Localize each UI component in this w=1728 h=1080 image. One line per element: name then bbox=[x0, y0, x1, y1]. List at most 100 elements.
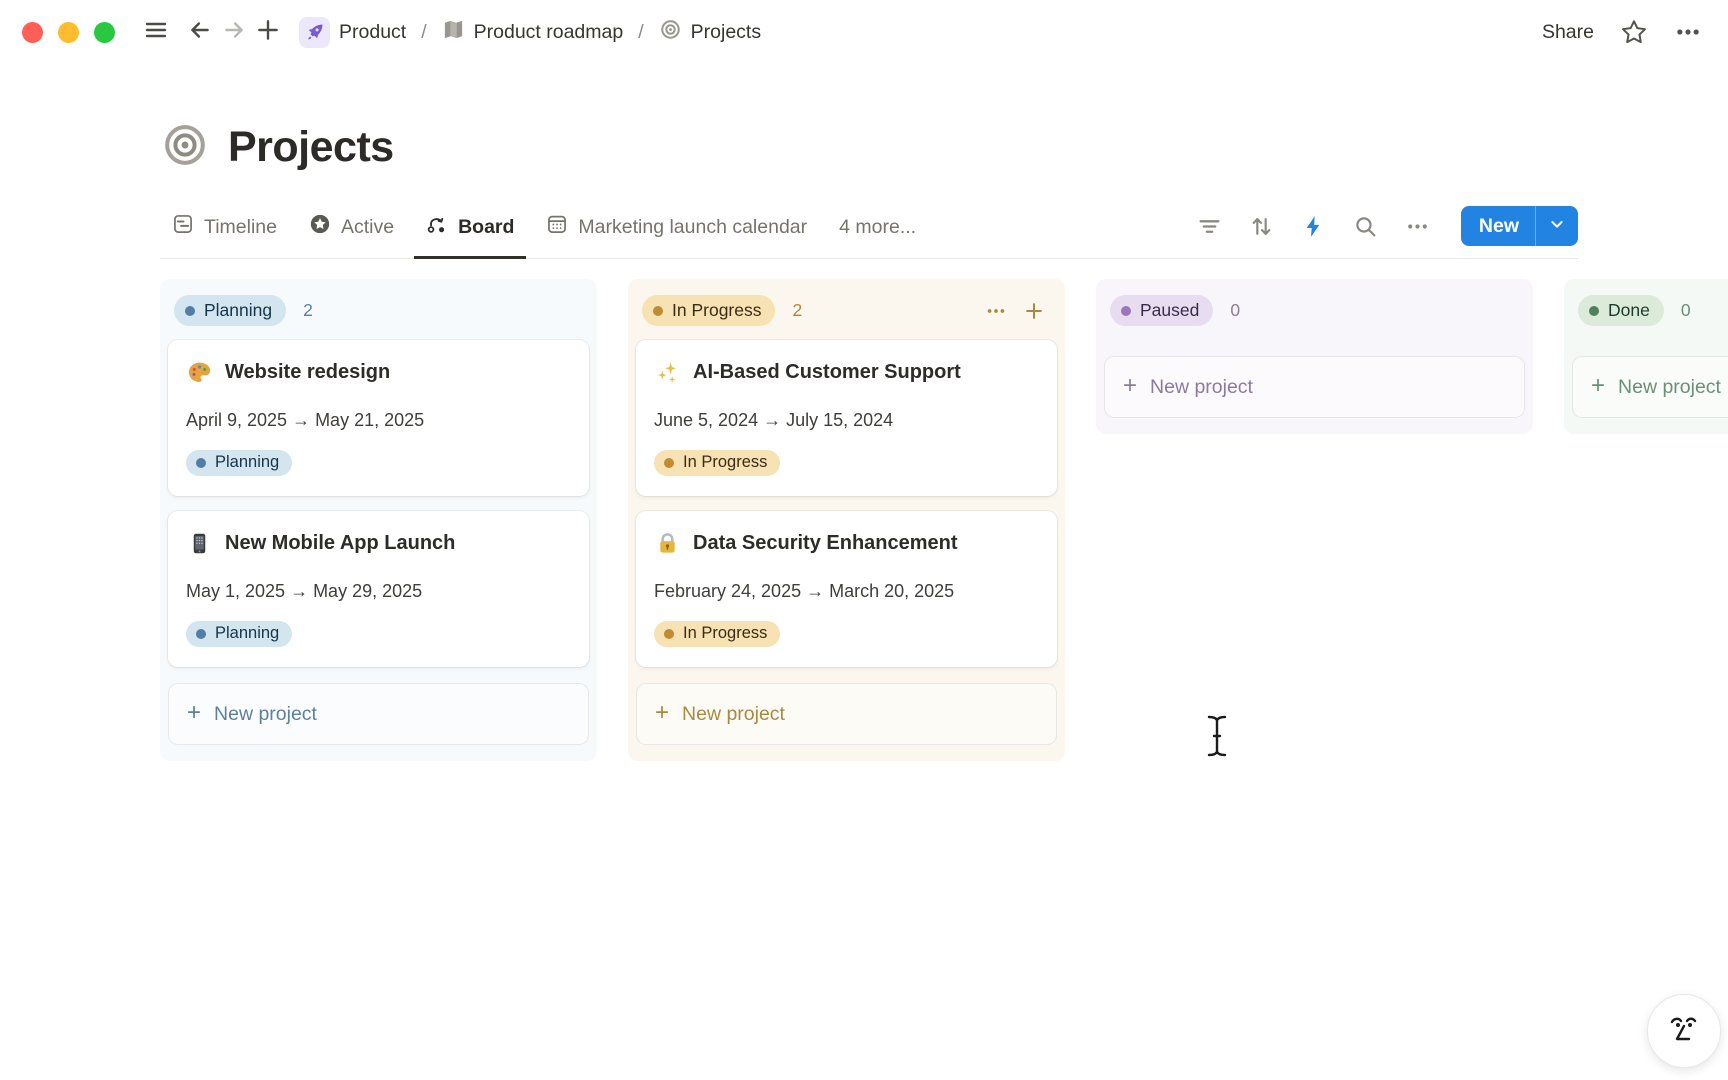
sort-icon[interactable] bbox=[1249, 214, 1274, 239]
tab-active[interactable]: Active bbox=[297, 203, 406, 259]
sidebar-toggle-button[interactable] bbox=[139, 15, 173, 49]
project-card-website-redesign[interactable]: Website redesign April 9, 2025 → May 21,… bbox=[168, 340, 589, 496]
zoom-window-button[interactable] bbox=[94, 22, 115, 43]
column-add-card-icon[interactable] bbox=[1019, 296, 1049, 326]
card-title: Data Security Enhancement bbox=[693, 532, 958, 555]
plus-icon: + bbox=[655, 701, 669, 725]
new-project-button[interactable]: + New project bbox=[1104, 356, 1525, 418]
forward-button[interactable] bbox=[217, 15, 251, 49]
status-dot bbox=[664, 458, 674, 468]
tab-marketing-launch-calendar[interactable]: Marketing launch calendar bbox=[534, 203, 819, 259]
card-status-pill: In Progress bbox=[654, 621, 780, 647]
filter-icon[interactable] bbox=[1197, 214, 1222, 239]
kanban-board: Planning 2 Website redesign April 9, 202… bbox=[160, 279, 1728, 761]
new-project-button[interactable]: + New project bbox=[1572, 356, 1728, 418]
tab-more-views[interactable]: 4 more... bbox=[827, 206, 928, 257]
palette-icon bbox=[186, 359, 212, 385]
status-dot bbox=[1121, 306, 1131, 316]
plus-icon: + bbox=[1123, 374, 1137, 398]
board-column-in-progress: In Progress 2 AI-Based Customer Support … bbox=[628, 279, 1065, 761]
plus-icon: + bbox=[1591, 374, 1605, 398]
breadcrumb-label: Projects bbox=[691, 21, 761, 44]
column-name: Planning bbox=[204, 300, 272, 321]
project-card-data-security-enhancement[interactable]: Data Security Enhancement February 24, 2… bbox=[636, 511, 1057, 667]
column-count: 2 bbox=[303, 300, 313, 321]
card-status-pill: Planning bbox=[186, 621, 292, 647]
column-status-pill[interactable]: Paused bbox=[1110, 295, 1213, 326]
ai-face-icon bbox=[1664, 1009, 1704, 1054]
window-topbar: Product / Product roadmap / Projects Sha… bbox=[0, 0, 1728, 64]
map-icon bbox=[442, 18, 465, 47]
notion-ai-button[interactable] bbox=[1647, 994, 1721, 1068]
status-dot bbox=[196, 629, 206, 639]
new-button[interactable]: New bbox=[1461, 206, 1578, 246]
view-more-options-icon[interactable] bbox=[1405, 214, 1430, 239]
tab-label: Timeline bbox=[204, 216, 277, 239]
project-card-ai-based-customer-support[interactable]: AI-Based Customer Support June 5, 2024 →… bbox=[636, 340, 1057, 496]
tab-label: Board bbox=[458, 216, 514, 239]
column-more-options-icon[interactable] bbox=[981, 296, 1011, 326]
tab-board[interactable]: Board bbox=[414, 203, 526, 259]
favorite-star-icon[interactable] bbox=[1620, 18, 1648, 46]
target-icon bbox=[659, 18, 682, 47]
view-tabs: Timeline Active Board Marketing launch c… bbox=[160, 203, 928, 258]
new-button-dropdown[interactable] bbox=[1536, 206, 1578, 246]
flow-arrow-icon bbox=[426, 213, 448, 241]
new-button-label[interactable]: New bbox=[1461, 206, 1535, 246]
new-project-label: New project bbox=[214, 703, 317, 726]
column-header: Planning 2 bbox=[166, 295, 591, 340]
status-dot bbox=[185, 306, 195, 316]
lock-icon bbox=[654, 530, 680, 556]
tab-label: 4 more... bbox=[839, 216, 916, 239]
arrow-left-icon bbox=[187, 17, 213, 48]
window-controls[interactable] bbox=[22, 22, 115, 43]
automations-lightning-icon[interactable] bbox=[1301, 214, 1326, 239]
breadcrumb-item-product-roadmap[interactable]: Product roadmap bbox=[438, 15, 628, 50]
status-dot bbox=[196, 458, 206, 468]
breadcrumb-item-product[interactable]: Product bbox=[295, 14, 410, 51]
hamburger-icon bbox=[144, 18, 168, 47]
column-header: In Progress 2 bbox=[634, 295, 1059, 340]
column-count: 0 bbox=[1230, 300, 1240, 321]
rocket-icon bbox=[299, 17, 330, 48]
column-status-pill[interactable]: Planning bbox=[174, 295, 286, 326]
back-button[interactable] bbox=[183, 15, 217, 49]
page-title[interactable]: Projects bbox=[228, 123, 394, 172]
chevron-down-icon bbox=[1549, 216, 1565, 237]
breadcrumb-item-projects[interactable]: Projects bbox=[655, 15, 765, 50]
minimize-window-button[interactable] bbox=[58, 22, 79, 43]
column-name: Done bbox=[1608, 300, 1650, 321]
tab-timeline[interactable]: Timeline bbox=[160, 203, 289, 259]
card-date-range: June 5, 2024 → July 15, 2024 bbox=[654, 410, 1039, 431]
new-project-button[interactable]: + New project bbox=[636, 683, 1057, 745]
column-status-pill[interactable]: Done bbox=[1578, 295, 1664, 326]
card-title: New Mobile App Launch bbox=[225, 532, 455, 555]
plus-icon bbox=[255, 17, 281, 48]
more-options-icon[interactable] bbox=[1674, 18, 1702, 46]
column-status-pill[interactable]: In Progress bbox=[642, 295, 775, 326]
new-project-button[interactable]: + New project bbox=[168, 683, 589, 745]
new-project-label: New project bbox=[1150, 376, 1253, 399]
card-status-label: Planning bbox=[215, 453, 279, 472]
card-date-range: April 9, 2025 → May 21, 2025 bbox=[186, 410, 571, 431]
column-name: Paused bbox=[1140, 300, 1199, 321]
share-button[interactable]: Share bbox=[1542, 21, 1594, 44]
timeline-view-icon bbox=[172, 213, 194, 241]
arrow-right-icon bbox=[221, 17, 247, 48]
card-status-pill: In Progress bbox=[654, 450, 780, 476]
search-icon[interactable] bbox=[1353, 214, 1378, 239]
tab-label: Marketing launch calendar bbox=[578, 216, 807, 239]
status-dot bbox=[653, 306, 663, 316]
close-window-button[interactable] bbox=[22, 22, 43, 43]
calendar-icon bbox=[546, 213, 568, 241]
project-card-new-mobile-app-launch[interactable]: New Mobile App Launch May 1, 2025 → May … bbox=[168, 511, 589, 667]
new-page-button[interactable] bbox=[251, 15, 285, 49]
column-count: 0 bbox=[1681, 300, 1691, 321]
breadcrumb-separator: / bbox=[419, 21, 428, 44]
page-target-icon[interactable] bbox=[162, 122, 208, 173]
card-date-range: February 24, 2025 → March 20, 2025 bbox=[654, 581, 1039, 602]
view-toolbar: New bbox=[1197, 206, 1578, 258]
column-header: Done 0 bbox=[1570, 295, 1728, 340]
card-status-label: In Progress bbox=[683, 624, 767, 643]
column-name: In Progress bbox=[672, 300, 761, 321]
